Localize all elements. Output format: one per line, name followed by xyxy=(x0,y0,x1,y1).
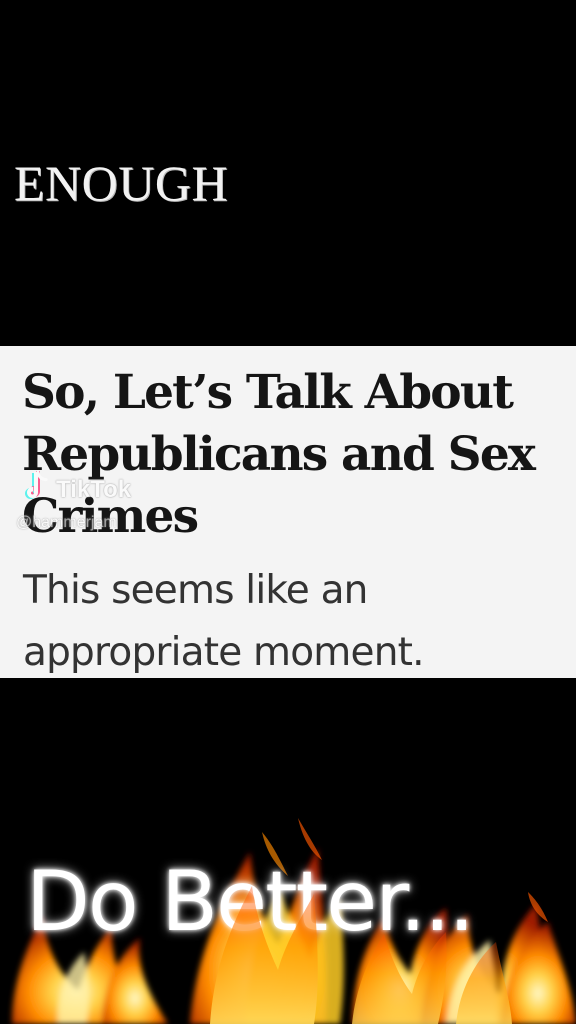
watermark-handle: @hammerjam xyxy=(16,514,117,531)
watermark-brand: TikTok xyxy=(56,476,132,503)
tiktok-icon xyxy=(25,470,48,499)
fire-scene: Do Better... xyxy=(0,678,576,1024)
article-subhead: This seems like an appropriate moment. xyxy=(23,568,425,675)
bottom-overlay-text: Do Better... xyxy=(26,853,475,950)
top-black-banner: ENOUGH xyxy=(0,0,576,346)
video-frame: ENOUGH So, Let’s Talk About Republicans … xyxy=(0,0,576,1024)
top-overlay-text: ENOUGH xyxy=(14,155,229,211)
tiktok-watermark: TikTok @hammerjam xyxy=(16,470,166,540)
